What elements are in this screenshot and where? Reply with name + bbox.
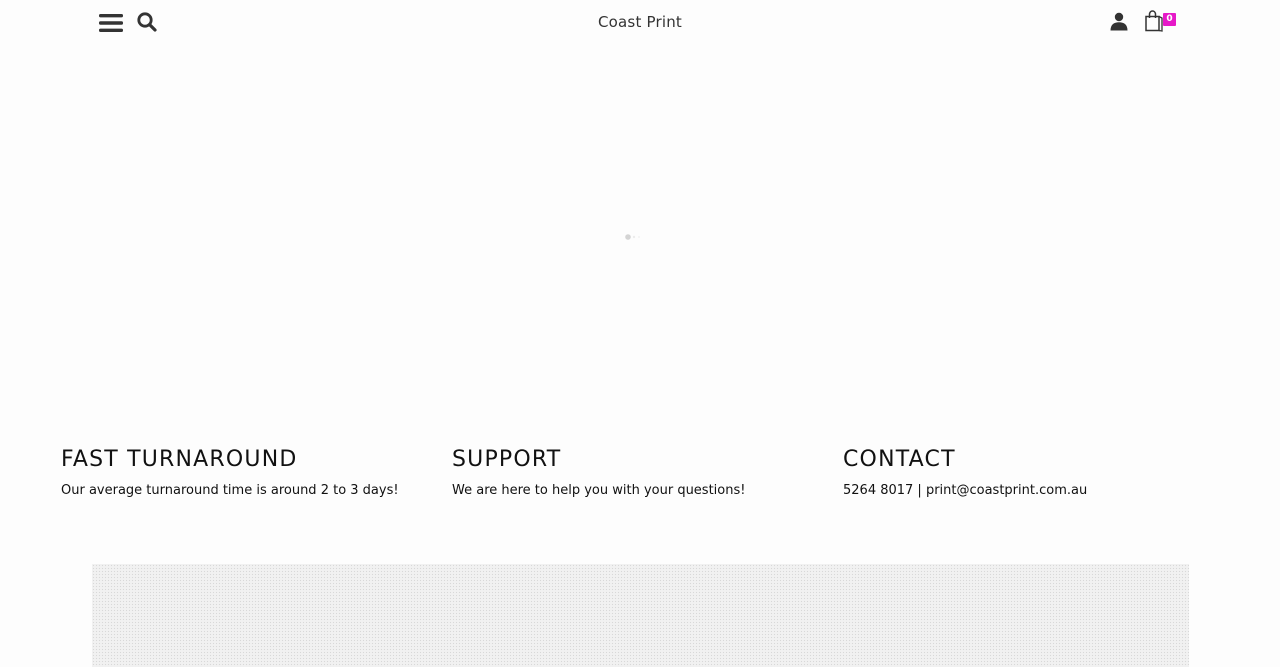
feature-text: 5264 8017 | print@coastprint.com.au bbox=[843, 483, 1088, 498]
feature-fast-turnaround: FAST TURNAROUND Our average turnaround t… bbox=[61, 444, 441, 500]
feature-title: SUPPORT bbox=[452, 447, 562, 472]
site-brand-container: Coast Print bbox=[0, 13, 1280, 31]
feature-title: CONTACT bbox=[843, 447, 956, 472]
cart-count-badge: 0 bbox=[1163, 13, 1176, 26]
user-icon[interactable] bbox=[1109, 11, 1129, 31]
site-header: Coast Print 0 bbox=[0, 0, 1280, 46]
features-section: FAST TURNAROUND Our average turnaround t… bbox=[0, 444, 1280, 514]
shopping-bag-icon[interactable] bbox=[1144, 10, 1164, 32]
feature-contact: CONTACT 5264 8017 | print@coastprint.com… bbox=[843, 444, 1223, 500]
feature-text: Our average turnaround time is around 2 … bbox=[61, 483, 399, 498]
loading-spinner-icon bbox=[625, 234, 640, 240]
feature-title: FAST TURNAROUND bbox=[61, 447, 298, 472]
feature-text: We are here to help you with your questi… bbox=[452, 483, 746, 498]
patterned-footer-band bbox=[92, 564, 1189, 667]
feature-support: SUPPORT We are here to help you with you… bbox=[452, 444, 832, 500]
site-logo-text[interactable]: Coast Print bbox=[598, 13, 682, 31]
